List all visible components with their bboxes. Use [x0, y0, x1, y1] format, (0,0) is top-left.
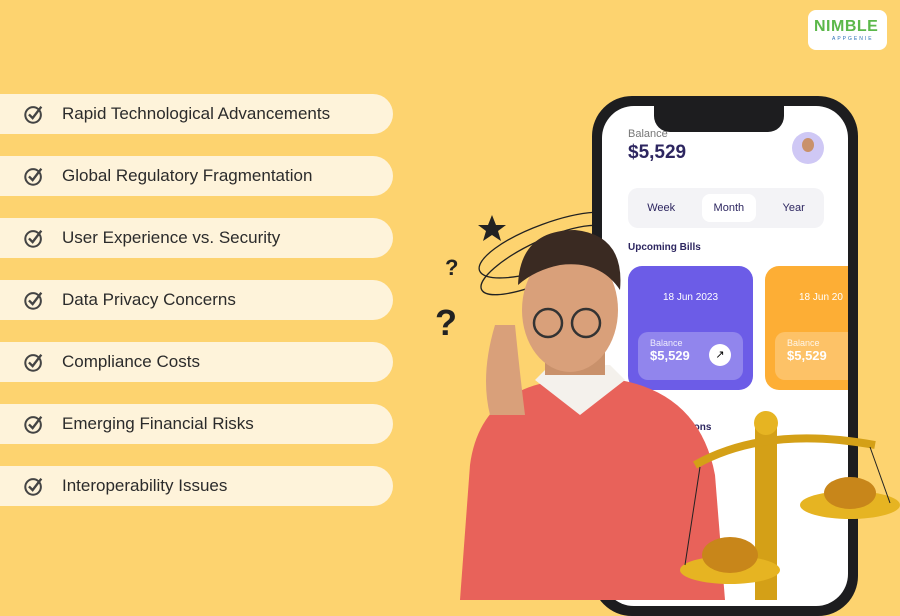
check-circle-icon: [24, 167, 43, 186]
gold-scales-image: [680, 411, 900, 600]
bill-balance-label: Balance: [787, 338, 820, 348]
logo-text: NIMBLE: [814, 18, 879, 35]
balance-value: $5,529: [628, 142, 687, 163]
checklist-item: User Experience vs. Security: [0, 218, 393, 258]
phone-notch: [654, 106, 784, 132]
check-circle-icon: [24, 415, 43, 434]
check-circle-icon: [24, 105, 43, 124]
checklist-item-label: Emerging Financial Risks: [62, 414, 254, 433]
bill-balance-value: $5,529: [787, 348, 827, 363]
balance-label: Balance: [628, 128, 668, 140]
checklist-item: Interoperability Issues: [0, 466, 393, 506]
checklist-item-label: Global Regulatory Fragmentation: [62, 166, 313, 185]
checklist-item: Emerging Financial Risks: [0, 404, 393, 444]
check-circle-icon: [24, 353, 43, 372]
logo-subtext: APPGENIE: [832, 36, 874, 42]
checklist-item: Rapid Technological Advancements: [0, 94, 393, 134]
checklist-item: Data Privacy Concerns: [0, 280, 393, 320]
checklist-item-label: Compliance Costs: [62, 352, 200, 371]
check-circle-icon: [24, 229, 43, 248]
check-circle-icon: [24, 291, 43, 310]
checklist-item-label: Data Privacy Concerns: [62, 290, 236, 309]
tab-year[interactable]: Year: [771, 194, 817, 222]
logo: NIMBLE APPGENIE: [808, 10, 887, 50]
checklist-item-label: User Experience vs. Security: [62, 228, 281, 247]
checklist-item: Compliance Costs: [0, 342, 393, 382]
checklist-item-label: Interoperability Issues: [62, 476, 228, 495]
checklist-item: Global Regulatory Fragmentation: [0, 156, 393, 196]
checklist-item-label: Rapid Technological Advancements: [62, 104, 331, 123]
bill-date: 18 Jun 20: [799, 292, 843, 303]
avatar[interactable]: [792, 132, 824, 164]
check-circle-icon: [24, 477, 43, 496]
bill-card[interactable]: 18 Jun 20 Balance $5,529: [765, 266, 848, 390]
